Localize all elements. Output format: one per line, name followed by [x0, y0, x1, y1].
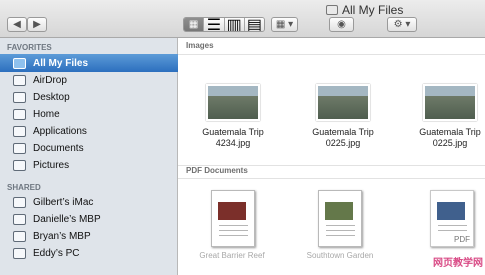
- finder-window: ◀ ▶ All My Files ▦ ☰ ▥ ▤ ▦ ▾ ◉ ⚙ ▾ FAVOR…: [0, 0, 485, 275]
- sidebar-item-eddys-pc[interactable]: Eddy’s PC: [0, 244, 178, 262]
- applications-icon: [13, 125, 26, 137]
- sidebar-item-gilberts-imac[interactable]: Gilbert’s iMac: [0, 193, 178, 211]
- icon-view-button[interactable]: ▦: [184, 18, 205, 31]
- eye-icon: ◉: [337, 19, 346, 30]
- cover-flow-button[interactable]: ▤: [244, 17, 264, 32]
- pdf-label-1[interactable]: Great Barrier Reef: [187, 251, 277, 260]
- sidebar-item-home[interactable]: Home: [0, 105, 178, 123]
- favorites-header: FAVORITES: [7, 43, 52, 52]
- images-section-header: Images: [178, 41, 485, 55]
- grid-icon: ▦: [188, 19, 199, 30]
- image-label-1[interactable]: Guatemala Trip 4234.jpg: [188, 127, 278, 149]
- watermark: 网页教学网: [433, 258, 483, 269]
- image-thumbnail-3[interactable]: [423, 84, 477, 121]
- coverflow-icon: ▤: [246, 17, 262, 32]
- sidebar-item-desktop[interactable]: Desktop: [0, 88, 178, 106]
- sidebar-item-all-my-files[interactable]: All My Files: [0, 54, 178, 72]
- grid-icon: ▦ ▾: [275, 19, 294, 30]
- view-mode-control[interactable]: ▦ ☰ ▥ ▤: [183, 17, 265, 32]
- action-button[interactable]: ⚙ ▾: [387, 17, 417, 32]
- desktop-icon: [13, 91, 26, 103]
- home-icon: [13, 108, 26, 120]
- pc-icon: [13, 247, 26, 259]
- sidebar-item-pictures[interactable]: Pictures: [0, 156, 178, 174]
- pdf-thumbnail-1[interactable]: [211, 190, 255, 247]
- shared-header: SHARED: [7, 183, 41, 192]
- pdf-section-header: PDF Documents: [178, 165, 485, 179]
- sidebar-item-airdrop[interactable]: AirDrop: [0, 71, 178, 89]
- window-title-text: All My Files: [342, 3, 404, 17]
- laptop-icon: [13, 230, 26, 242]
- pictures-icon: [13, 159, 26, 171]
- sidebar-item-danielles-mbp[interactable]: Danielle’s MBP: [0, 210, 178, 228]
- sidebar-item-bryans-mbp[interactable]: Bryan’s MBP: [0, 227, 178, 245]
- image-label-2[interactable]: Guatemala Trip 0225.jpg: [298, 127, 388, 149]
- quick-look-button[interactable]: ◉: [329, 17, 354, 32]
- sidebar-item-documents[interactable]: Documents: [0, 139, 178, 157]
- documents-icon: [13, 142, 26, 154]
- columns-icon: ▥: [226, 17, 242, 32]
- column-view-button[interactable]: ▥: [224, 17, 245, 32]
- folder-icon: [326, 5, 338, 15]
- image-label-3[interactable]: Guatemala Trip 0225.jpg: [405, 127, 485, 149]
- airdrop-icon: [13, 74, 26, 86]
- list-view-button[interactable]: ☰: [204, 17, 225, 32]
- forward-button[interactable]: ▶: [27, 17, 47, 32]
- image-thumbnail-2[interactable]: [316, 84, 370, 121]
- sidebar: FAVORITES All My Files AirDrop Desktop H…: [0, 38, 178, 275]
- laptop-icon: [13, 213, 26, 225]
- sidebar-item-applications[interactable]: Applications: [0, 122, 178, 140]
- pdf-thumbnail-2[interactable]: [318, 190, 362, 247]
- imac-icon: [13, 196, 26, 208]
- pdf-label-2[interactable]: Southtown Garden: [295, 251, 385, 260]
- gear-icon: ⚙ ▾: [393, 19, 411, 30]
- window-title: All My Files: [326, 3, 403, 17]
- list-icon: ☰: [206, 17, 222, 32]
- toolbar: ◀ ▶ All My Files ▦ ☰ ▥ ▤ ▦ ▾ ◉ ⚙ ▾: [0, 0, 485, 38]
- pdf-thumbnail-3[interactable]: PDF: [430, 190, 474, 247]
- back-button[interactable]: ◀: [7, 17, 27, 32]
- file-browser-content: Images Guatemala Trip 4234.jpg Guatemala …: [178, 38, 485, 275]
- files-icon: [13, 57, 26, 69]
- image-thumbnail-1[interactable]: [206, 84, 260, 121]
- arrange-button[interactable]: ▦ ▾: [271, 17, 298, 32]
